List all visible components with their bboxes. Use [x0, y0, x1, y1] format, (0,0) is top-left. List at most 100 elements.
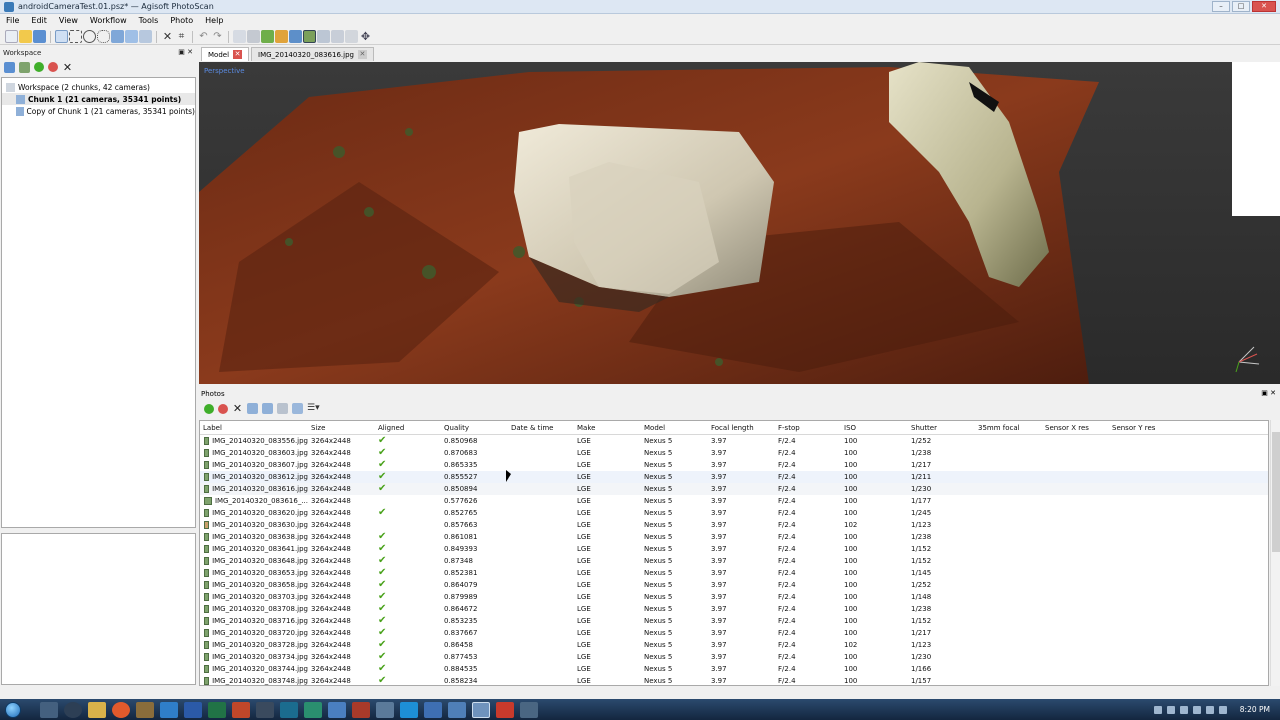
powerpoint-icon[interactable]: [232, 701, 250, 718]
rotate-left-icon[interactable]: [247, 403, 258, 414]
excel-icon[interactable]: [208, 701, 226, 718]
table-row[interactable]: IMG_20140320_083556.jpg 3264x2448 ✔ 0.85096…: [200, 435, 1268, 447]
remove-items-icon[interactable]: ✕: [62, 62, 73, 73]
show-region-icon[interactable]: [331, 30, 344, 43]
table-row[interactable]: IMG_20140320_083748.jpg 3264x2448 ✔ 0.85823…: [200, 675, 1268, 685]
navigation-icon[interactable]: [55, 30, 68, 43]
archive-icon[interactable]: [136, 701, 154, 718]
table-row[interactable]: IMG_20140320_083703.jpg 3264x2448 ✔ 0.87998…: [200, 591, 1268, 603]
column-header[interactable]: Aligned: [375, 424, 441, 432]
open-folder-icon[interactable]: [19, 30, 32, 43]
tray-icon[interactable]: [1166, 705, 1175, 714]
network-icon[interactable]: [424, 701, 442, 718]
table-row[interactable]: IMG_20140320_083658.jpg 3264x2448 ✔ 0.86407…: [200, 579, 1268, 591]
save-icon[interactable]: [33, 30, 46, 43]
view-mode-dropdown-icon[interactable]: ☰▾: [307, 403, 323, 414]
photos-scrollbar[interactable]: [1270, 420, 1280, 686]
menu-edit[interactable]: Edit: [25, 14, 53, 28]
tray-icon[interactable]: [1218, 705, 1227, 714]
word-icon[interactable]: [184, 701, 202, 718]
window-app-icon[interactable]: [520, 701, 538, 718]
taskbar-clock[interactable]: 8:20 PM: [1240, 705, 1270, 714]
enable-icon[interactable]: [34, 62, 44, 72]
column-header[interactable]: Make: [574, 424, 641, 432]
table-row[interactable]: IMG_20140320_083641.jpg 3264x2448 ✔ 0.84939…: [200, 543, 1268, 555]
photoshop-icon[interactable]: [280, 701, 298, 718]
table-row[interactable]: IMG_20140320_083728.jpg 3264x2448 ✔ 0.86458…: [200, 639, 1268, 651]
tab-model[interactable]: Model ✕: [201, 47, 250, 61]
table-row[interactable]: IMG_20140320_083716.jpg 3264x2448 ✔ 0.85323…: [200, 615, 1268, 627]
add-chunk-icon[interactable]: [4, 61, 15, 73]
shaded-model-icon[interactable]: [261, 30, 274, 43]
column-header[interactable]: 35mm focal: [975, 424, 1042, 432]
reset-filter-icon[interactable]: [277, 403, 288, 414]
column-header[interactable]: Date & time: [508, 424, 574, 432]
move-region-icon[interactable]: [111, 30, 124, 43]
menu-workflow[interactable]: Workflow: [84, 14, 133, 28]
column-header[interactable]: Shutter: [908, 424, 975, 432]
menu-help[interactable]: Help: [199, 14, 229, 28]
table-row[interactable]: IMG_20140320_083616_... 3264x2448 0.577626…: [200, 495, 1268, 507]
explorer-icon[interactable]: [88, 701, 106, 718]
tools-icon[interactable]: [376, 701, 394, 718]
new-file-icon[interactable]: [5, 30, 18, 43]
table-row[interactable]: IMG_20140320_083612.jpg 3264x2448 ✔ 0.85552…: [200, 471, 1268, 483]
start-button[interactable]: [0, 699, 26, 720]
workspace-pane-controls[interactable]: ▣ ✕: [178, 48, 193, 56]
scrollbar-thumb[interactable]: [1272, 432, 1280, 552]
show-desktop-icon[interactable]: [40, 701, 58, 718]
textured-model-icon[interactable]: [303, 30, 316, 43]
tree-item[interactable]: Copy of Chunk 1 (21 cameras, 35341 point…: [2, 105, 195, 117]
rotate-region-icon[interactable]: [139, 30, 152, 43]
table-row[interactable]: IMG_20140320_083638.jpg 3264x2448 ✔ 0.86108…: [200, 531, 1268, 543]
table-row[interactable]: IMG_20140320_083603.jpg 3264x2448 ✔ 0.87068…: [200, 447, 1268, 459]
model-viewport[interactable]: Perspective: [199, 62, 1280, 384]
column-header[interactable]: F-stop: [775, 424, 841, 432]
table-row[interactable]: IMG_20140320_083607.jpg 3264x2448 ✔ 0.86533…: [200, 459, 1268, 471]
skype-icon[interactable]: [400, 701, 418, 718]
tree-item[interactable]: Chunk 1 (21 cameras, 35341 points): [2, 93, 195, 105]
disable-cameras-icon[interactable]: [218, 403, 228, 414]
media-player-icon[interactable]: [64, 701, 82, 718]
editor-icon[interactable]: [256, 701, 274, 718]
column-header[interactable]: Sensor X res: [1042, 424, 1109, 432]
wireframe-model-icon[interactable]: [289, 30, 302, 43]
rectangle-selection-icon[interactable]: [69, 30, 82, 43]
delete-selection-icon[interactable]: ✕: [161, 30, 174, 43]
menu-file[interactable]: File: [0, 14, 25, 28]
redo-icon[interactable]: ↷: [211, 30, 224, 43]
photoscan-taskbar-icon[interactable]: [472, 701, 490, 718]
vpn-icon[interactable]: [304, 701, 322, 718]
enable-cameras-icon[interactable]: [204, 403, 214, 414]
table-row[interactable]: IMG_20140320_083744.jpg 3264x2448 ✔ 0.88453…: [200, 663, 1268, 675]
remove-cameras-icon[interactable]: ✕: [232, 403, 243, 414]
dense-cloud-icon[interactable]: [247, 30, 260, 43]
column-header[interactable]: Sensor Y res: [1109, 424, 1176, 432]
volume-icon[interactable]: [1205, 705, 1214, 714]
photos-pane-controls[interactable]: ▣ ✕: [1261, 389, 1276, 397]
crop-selection-icon[interactable]: ⌗: [175, 30, 188, 43]
close-tab-icon[interactable]: ✕: [357, 50, 367, 59]
network-tray-icon[interactable]: [1192, 705, 1201, 714]
undo-icon[interactable]: ↶: [197, 30, 210, 43]
tab-photo[interactable]: IMG_20140320_083616.jpg ✕: [251, 47, 374, 61]
menu-tools[interactable]: Tools: [133, 14, 165, 28]
app-icon[interactable]: [328, 701, 346, 718]
menu-photo[interactable]: Photo: [164, 14, 199, 28]
maximize-button[interactable]: □: [1232, 1, 1250, 12]
filter-icon[interactable]: [292, 403, 303, 414]
pdf-reader-icon[interactable]: [496, 701, 514, 718]
column-header[interactable]: Size: [308, 424, 375, 432]
minimize-button[interactable]: –: [1212, 1, 1230, 12]
add-photos-icon[interactable]: [19, 61, 30, 73]
table-row[interactable]: IMG_20140320_083653.jpg 3264x2448 ✔ 0.85238…: [200, 567, 1268, 579]
outlook-icon[interactable]: [160, 701, 178, 718]
column-header[interactable]: Focal length: [708, 424, 775, 432]
table-row[interactable]: IMG_20140320_083616.jpg 3264x2448 ✔ 0.85089…: [200, 483, 1268, 495]
tree-item[interactable]: Workspace (2 chunks, 42 cameras): [2, 81, 195, 93]
column-header[interactable]: Label: [200, 424, 308, 432]
table-row[interactable]: IMG_20140320_083620.jpg 3264x2448 ✔ 0.85276…: [200, 507, 1268, 519]
column-header[interactable]: ISO: [841, 424, 908, 432]
free-form-selection-icon[interactable]: [97, 30, 110, 43]
archive-app-icon[interactable]: [352, 701, 370, 718]
